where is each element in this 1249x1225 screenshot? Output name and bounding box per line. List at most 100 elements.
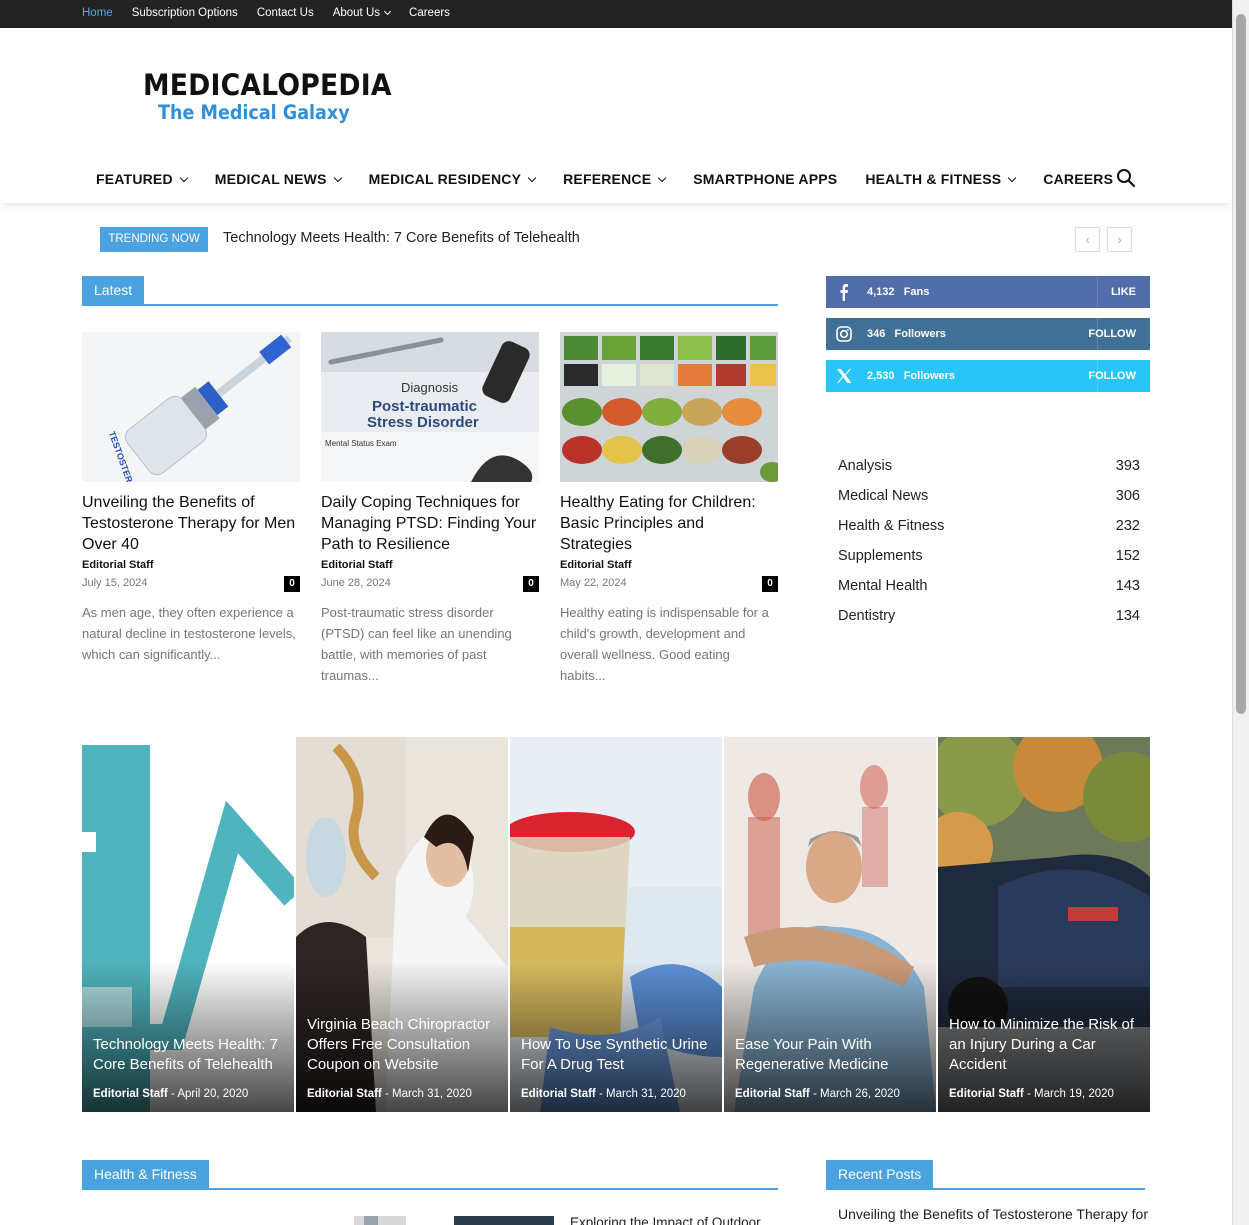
article-date: May 22, 2024 <box>560 577 627 589</box>
recent-posts-block-header: Recent Posts <box>826 1160 1145 1190</box>
nav-item-medical-news[interactable]: MEDICAL NEWS <box>214 171 342 187</box>
image-label-stress-disorder: Stress Disorder <box>367 414 479 431</box>
category-item[interactable]: Health & Fitness 232 <box>838 518 1140 548</box>
category-item[interactable]: Mental Health 143 <box>838 578 1140 608</box>
trending-next-button[interactable]: › <box>1107 227 1132 252</box>
featured-grid-item[interactable]: Technology Meets Health: 7 Core Benefits… <box>82 737 294 1112</box>
category-name: Dentistry <box>838 608 896 624</box>
social-instagram-counter[interactable]: 346 Followers FOLLOW <box>826 318 1150 350</box>
grid-item-title[interactable]: How To Use Synthetic Urine For A Drug Te… <box>521 1035 712 1075</box>
category-item[interactable]: Dentistry 134 <box>838 608 1140 638</box>
featured-grid-item[interactable]: How To Use Synthetic Urine For A Drug Te… <box>510 737 722 1112</box>
top-menu: Home Subscription Options Contact Us Abo… <box>82 7 450 19</box>
image-label-mental-status-exam: Mental Status Exam <box>325 439 397 448</box>
grid-item-title[interactable]: Ease Your Pain With Regenerative Medicin… <box>735 1035 926 1075</box>
nav-item-label: MEDICAL NEWS <box>214 171 327 187</box>
chevron-down-icon <box>658 173 667 183</box>
grid-item-author[interactable]: Editorial Staff <box>307 1088 382 1100</box>
main-navigation: FEATURED MEDICAL NEWS MEDICAL RESIDENCY … <box>0 155 1232 203</box>
top-link-about[interactable]: About Us <box>332 7 392 19</box>
x-twitter-icon <box>837 369 852 383</box>
category-item[interactable]: Medical News 306 <box>838 488 1140 518</box>
article-date: July 15, 2024 <box>82 577 148 589</box>
trending-headline-link[interactable]: Technology Meets Health: 7 Core Benefits… <box>223 230 580 246</box>
facebook-icon <box>840 284 848 301</box>
top-link-home[interactable]: Home <box>82 7 113 19</box>
nav-item-careers[interactable]: CAREERS <box>1043 171 1113 187</box>
category-count: 393 <box>1115 458 1140 474</box>
chevron-down-icon <box>1008 173 1017 183</box>
grid-item-author[interactable]: Editorial Staff <box>93 1088 168 1100</box>
category-name: Medical News <box>838 488 929 504</box>
chevron-down-icon <box>527 173 537 183</box>
grid-item-title[interactable]: How to Minimize the Risk of an Injury Du… <box>949 1015 1140 1075</box>
nav-item-medical-residency[interactable]: MEDICAL RESIDENCY <box>369 171 537 187</box>
category-item[interactable]: Analysis 393 <box>838 458 1140 488</box>
article-title[interactable]: Unveiling the Benefits of Testosterone T… <box>82 492 300 555</box>
article-excerpt: Post-traumatic stress disorder (PTSD) ca… <box>321 605 512 683</box>
nav-item-health-fitness[interactable]: HEALTH & FITNESS <box>865 171 1017 187</box>
grid-item-date: March 26, 2020 <box>820 1088 900 1100</box>
facebook-count: 4,132 <box>867 286 895 298</box>
health-fitness-block-title: Health & Fitness <box>82 1160 209 1188</box>
category-count: 143 <box>1115 578 1140 594</box>
article-excerpt: As men age, they often experience a natu… <box>82 605 296 662</box>
grid-item-date: March 31, 2020 <box>606 1088 686 1100</box>
article-title-partial[interactable]: Exploring the Impact of Outdoor <box>570 1215 761 1225</box>
grid-item-author[interactable]: Editorial Staff <box>949 1088 1024 1100</box>
page-scrollbar[interactable] <box>1232 0 1249 1225</box>
featured-grid-item[interactable]: How to Minimize the Risk of an Injury Du… <box>938 737 1150 1112</box>
article-thumbnail-ptsd[interactable]: Diagnosis Post-traumatic Stress Disorder… <box>321 332 539 482</box>
chevron-down-icon <box>383 7 392 16</box>
nav-item-featured[interactable]: FEATURED <box>96 171 189 187</box>
nav-item-smartphone-apps[interactable]: SMARTPHONE APPS <box>693 171 837 187</box>
article-thumbnail-testosterone[interactable]: TESTOSTERONE <box>82 332 300 482</box>
grid-item-title[interactable]: Virginia Beach Chiropractor Offers Free … <box>307 1015 498 1075</box>
grid-item-author[interactable]: Editorial Staff <box>735 1088 810 1100</box>
social-facebook-counter[interactable]: 4,132 Fans LIKE <box>826 276 1150 308</box>
category-item[interactable]: Supplements 152 <box>838 548 1140 578</box>
instagram-count: 346 <box>867 328 886 340</box>
nav-item-label: FEATURED <box>96 171 173 187</box>
article-title[interactable]: Daily Coping Techniques for Managing PTS… <box>321 492 539 555</box>
comment-count-badge[interactable]: 0 <box>284 576 300 592</box>
instagram-follow-button[interactable]: FOLLOW <box>1088 328 1136 340</box>
article-excerpt: Healthy eating is indispensable for a ch… <box>560 605 769 683</box>
comment-count-badge[interactable]: 0 <box>523 576 539 592</box>
grid-item-author[interactable]: Editorial Staff <box>521 1088 596 1100</box>
article-author[interactable]: Editorial Staff <box>82 559 300 571</box>
top-link-subscription[interactable]: Subscription Options <box>132 7 238 19</box>
top-link-contact[interactable]: Contact Us <box>257 7 314 19</box>
article-thumbnail-partial[interactable] <box>454 1216 554 1225</box>
article-author[interactable]: Editorial Staff <box>560 559 778 571</box>
x-count: 2,530 <box>867 370 895 382</box>
facebook-like-button[interactable]: LIKE <box>1111 286 1136 298</box>
x-follow-button[interactable]: FOLLOW <box>1088 370 1136 382</box>
comment-count-badge[interactable]: 0 <box>762 576 778 592</box>
trending-prev-button[interactable]: ‹ <box>1075 227 1100 252</box>
top-link-about-label: About Us <box>332 7 381 19</box>
image-label-post-traumatic: Post-traumatic <box>372 398 477 415</box>
category-name: Analysis <box>838 458 892 474</box>
featured-grid-item[interactable]: Ease Your Pain With Regenerative Medicin… <box>724 737 936 1112</box>
grid-item-title[interactable]: Technology Meets Health: 7 Core Benefits… <box>93 1035 284 1075</box>
article-author[interactable]: Editorial Staff <box>321 559 539 571</box>
grid-item-meta: Editorial Staff - March 19, 2020 <box>949 1088 1114 1100</box>
category-name: Mental Health <box>838 578 928 594</box>
instagram-icon <box>836 326 852 342</box>
social-x-counter[interactable]: 2,530 Followers FOLLOW <box>826 360 1150 392</box>
nav-item-label: HEALTH & FITNESS <box>865 171 1002 187</box>
site-logo[interactable]: MEDICALOPEDIA The Medical Galaxy <box>143 70 413 125</box>
nav-item-reference[interactable]: REFERENCE <box>563 171 667 187</box>
article-thumbnail-partial[interactable] <box>354 1216 406 1225</box>
category-count: 232 <box>1115 518 1140 534</box>
scrollbar-thumb[interactable] <box>1236 14 1246 714</box>
search-icon[interactable] <box>1116 168 1136 188</box>
featured-grid-item[interactable]: Virginia Beach Chiropractor Offers Free … <box>296 737 508 1112</box>
grid-item-date: March 19, 2020 <box>1034 1088 1114 1100</box>
facebook-label: Fans <box>903 286 930 298</box>
article-title[interactable]: Healthy Eating for Children: Basic Princ… <box>560 492 778 555</box>
top-link-careers[interactable]: Careers <box>409 7 450 19</box>
article-thumbnail-healthy-eating[interactable] <box>560 332 778 482</box>
recent-post-link[interactable]: Unveiling the Benefits of Testosterone T… <box>838 1206 1148 1222</box>
